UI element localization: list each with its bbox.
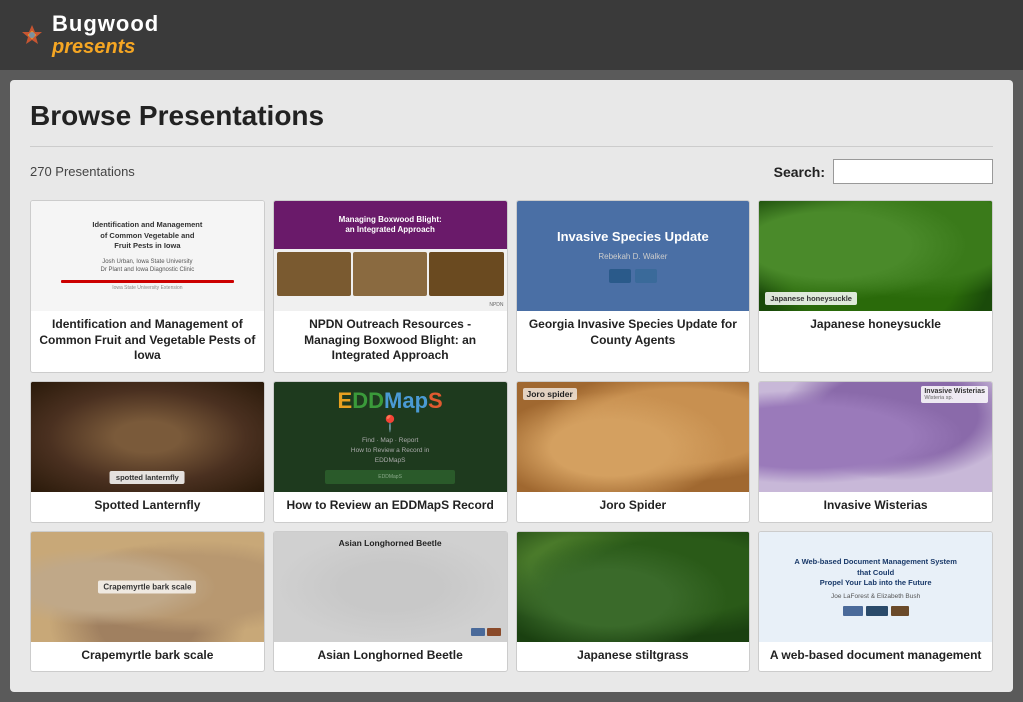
- logo-icon: [20, 23, 44, 47]
- card-japanese-stiltgrass[interactable]: Japanese stiltgrass: [516, 531, 751, 673]
- card-thumbnail: Asian Longhorned Beetle: [274, 532, 507, 642]
- divider: [30, 146, 993, 147]
- card-boxwood-blight[interactable]: Managing Boxwood Blight:an Integrated Ap…: [273, 200, 508, 373]
- search-input[interactable]: [833, 159, 993, 184]
- app-logo: Bugwood presents: [52, 12, 159, 58]
- search-area: Search:: [774, 159, 993, 184]
- presentations-grid: Identification and Managementof Common V…: [30, 200, 993, 672]
- card-thumbnail: Invasive Wisterias Wisteria sp.: [759, 382, 992, 492]
- card-caption: Joro Spider: [517, 492, 750, 522]
- app-header: Bugwood presents: [0, 0, 1023, 70]
- card-asian-longhorned[interactable]: Asian Longhorned Beetle Asian Longhorned…: [273, 531, 508, 673]
- card-georgia-invasive[interactable]: Invasive Species Update Rebekah D. Walke…: [516, 200, 751, 373]
- card-thumbnail: Joro spider: [517, 382, 750, 492]
- card-caption: Identification and Management of Common …: [31, 311, 264, 372]
- card-web-based[interactable]: A Web-based Document Management Systemth…: [758, 531, 993, 673]
- card-crapemyrtle[interactable]: Crapemyrtle bark scale Crapemyrtle bark …: [30, 531, 265, 673]
- card-thumbnail: spotted lanternfly: [31, 382, 264, 492]
- card-spotted-lanternfly[interactable]: spotted lanternfly Spotted Lanternfly: [30, 381, 265, 523]
- card-invasive-wisterias[interactable]: Invasive Wisterias Wisteria sp. Invasive…: [758, 381, 993, 523]
- card-caption: Invasive Wisterias: [759, 492, 992, 522]
- card-joro-spider[interactable]: Joro spider Joro Spider: [516, 381, 751, 523]
- card-caption: How to Review an EDDMapS Record: [274, 492, 507, 522]
- card-caption: NPDN Outreach Resources - Managing Boxwo…: [274, 311, 507, 372]
- logo-presents-text: presents: [52, 36, 159, 58]
- card-eddmaps[interactable]: EDDMapS 📍 Find · Map · ReportHow to Revi…: [273, 381, 508, 523]
- card-thumbnail: EDDMapS 📍 Find · Map · ReportHow to Revi…: [274, 382, 507, 492]
- card-caption: Georgia Invasive Species Update for Coun…: [517, 311, 750, 356]
- search-label: Search:: [774, 164, 825, 180]
- card-thumbnail: Japanese honeysuckle: [759, 201, 992, 311]
- card-thumbnail: [517, 532, 750, 642]
- card-japanese-honeysuckle[interactable]: Japanese honeysuckle Japanese honeysuckl…: [758, 200, 993, 373]
- card-caption: A web-based document management: [759, 642, 992, 672]
- page-title: Browse Presentations: [30, 100, 993, 132]
- card-thumbnail: Crapemyrtle bark scale: [31, 532, 264, 642]
- card-thumbnail: Managing Boxwood Blight:an Integrated Ap…: [274, 201, 507, 311]
- presentations-count: 270 Presentations: [30, 164, 135, 179]
- logo-bugwood-text: Bugwood: [52, 12, 159, 36]
- card-thumbnail: Identification and Managementof Common V…: [31, 201, 264, 311]
- card-caption: Japanese honeysuckle: [759, 311, 992, 341]
- card-caption: Asian Longhorned Beetle: [274, 642, 507, 672]
- card-caption: Japanese stiltgrass: [517, 642, 750, 672]
- card-iowa-pests[interactable]: Identification and Managementof Common V…: [30, 200, 265, 373]
- card-caption: Spotted Lanternfly: [31, 492, 264, 522]
- card-thumbnail: A Web-based Document Management Systemth…: [759, 532, 992, 642]
- main-container: Browse Presentations 270 Presentations S…: [10, 80, 1013, 692]
- card-thumbnail: Invasive Species Update Rebekah D. Walke…: [517, 201, 750, 311]
- browse-meta-row: 270 Presentations Search:: [30, 159, 993, 184]
- card-caption: Crapemyrtle bark scale: [31, 642, 264, 672]
